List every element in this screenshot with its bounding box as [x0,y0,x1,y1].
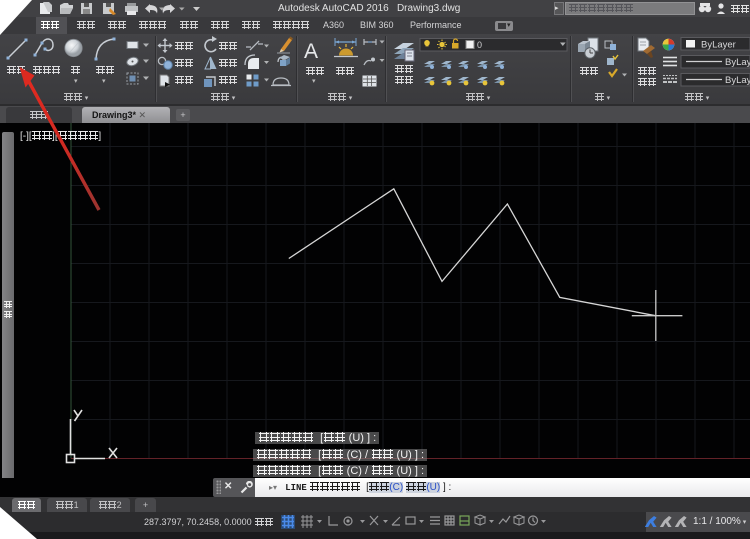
svg-text:A: A [304,40,318,63]
svg-text:ByLayer: ByLayer [701,40,736,51]
svg-text:ByLay: ByLay [725,75,750,86]
svg-text:ByLay: ByLay [725,57,750,68]
svg-text:0: 0 [477,40,482,50]
